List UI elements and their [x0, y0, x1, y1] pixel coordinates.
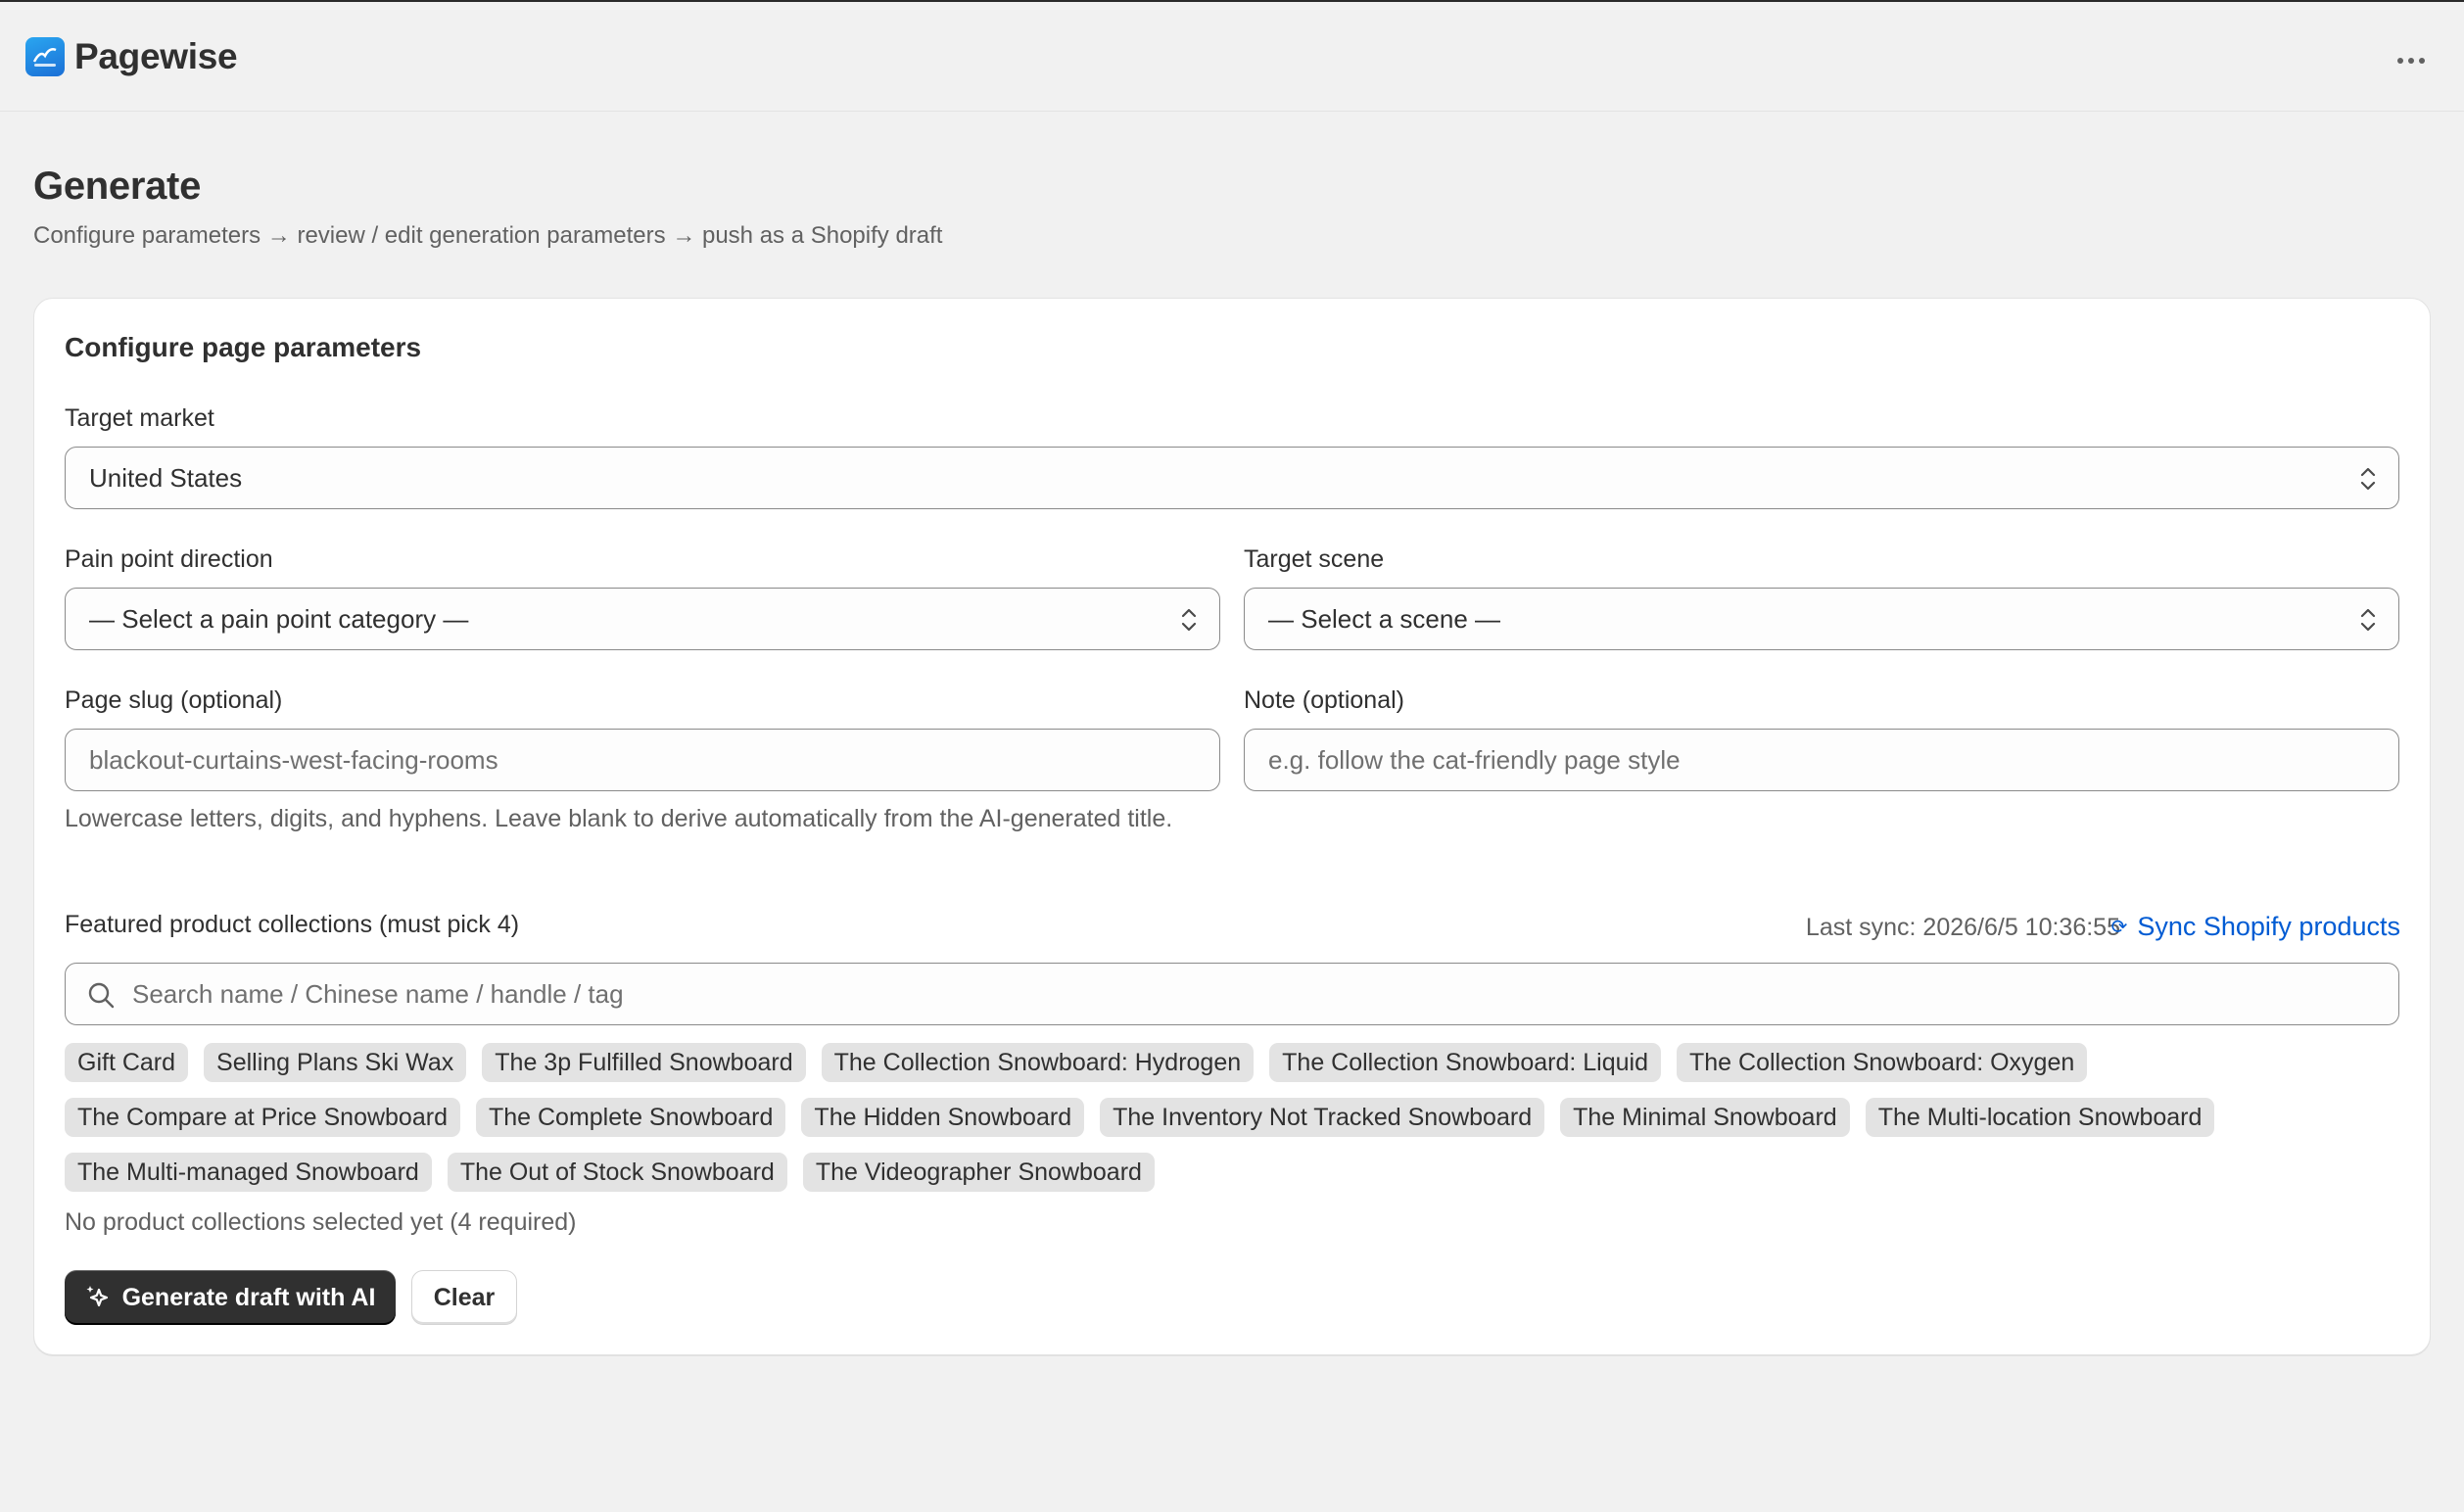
sync-link-label: Sync Shopify products	[2137, 912, 2400, 941]
search-icon	[88, 982, 115, 1009]
collection-chip[interactable]: The Collection Snowboard: Hydrogen	[821, 1043, 1255, 1082]
more-actions-button[interactable]	[2392, 41, 2431, 80]
pain-point-select[interactable]: — Select a pain point category —	[65, 588, 1220, 650]
collection-chip[interactable]: The Complete Snowboard	[475, 1098, 786, 1137]
collection-chip[interactable]: The Collection Snowboard: Oxygen	[1676, 1043, 2088, 1082]
card-title: Configure page parameters	[65, 332, 422, 362]
collection-chip[interactable]: The Collection Snowboard: Liquid	[1269, 1043, 1661, 1082]
select-chevrons-icon	[2360, 608, 2376, 632]
note-label: Note (optional)	[1244, 686, 1404, 714]
page-slug-input[interactable]: blackout-curtains-west-facing-rooms	[65, 729, 1220, 791]
generate-draft-label: Generate draft with AI	[121, 1283, 376, 1311]
collections-label: Featured product collections (must pick …	[65, 911, 520, 938]
select-chevrons-icon	[2360, 467, 2376, 491]
pain-point-value: — Select a pain point category —	[89, 603, 469, 634]
note-placeholder: e.g. follow the cat-friendly page style	[1268, 744, 1681, 775]
collection-chip[interactable]: The Compare at Price Snowboard	[65, 1098, 460, 1137]
target-market-select[interactable]: United States	[65, 447, 2399, 509]
collection-chip[interactable]: The Multi-location Snowboard	[1865, 1098, 2215, 1137]
page-subtitle: Configure parameters → review / edit gen…	[33, 222, 943, 249]
target-market-label: Target market	[65, 404, 214, 432]
generate-draft-button[interactable]: Generate draft with AI	[65, 1270, 396, 1325]
collection-search-input[interactable]: Search name / Chinese name / handle / ta…	[65, 963, 2399, 1025]
select-chevrons-icon	[1181, 608, 1197, 632]
collection-chip[interactable]: Gift Card	[65, 1043, 189, 1082]
collection-chip[interactable]: The Minimal Snowboard	[1560, 1098, 1850, 1137]
chip-row: Gift Card Selling Plans Ski Wax The 3p F…	[65, 1043, 2405, 1082]
target-scene-select[interactable]: — Select a scene —	[1244, 588, 2399, 650]
clear-label: Clear	[433, 1283, 496, 1311]
collection-chip[interactable]: The Out of Stock Snowboard	[447, 1153, 787, 1192]
collection-chip[interactable]: The Multi-managed Snowboard	[65, 1153, 432, 1192]
clear-button[interactable]: Clear	[411, 1270, 517, 1325]
collection-chip[interactable]: The 3p Fulfilled Snowboard	[482, 1043, 806, 1082]
target-scene-value: — Select a scene —	[1268, 603, 1500, 634]
target-market-value: United States	[89, 462, 243, 493]
chip-row: The Multi-managed Snowboard The Out of S…	[65, 1153, 2405, 1192]
collection-chip[interactable]: The Inventory Not Tracked Snowboard	[1100, 1098, 1545, 1137]
search-placeholder: Search name / Chinese name / handle / ta…	[132, 978, 624, 1009]
last-sync-text: Last sync: 2026/6/5 10:36:55	[1805, 914, 2120, 941]
sync-shopify-link[interactable]: ⟳ Sync Shopify products	[2111, 912, 2400, 942]
sparkle-icon	[86, 1286, 108, 1307]
note-input[interactable]: e.g. follow the cat-friendly page style	[1244, 729, 2399, 791]
pain-point-label: Pain point direction	[65, 545, 273, 573]
more-horizontal-icon	[2397, 58, 2403, 64]
sync-icon: ⟳	[2110, 917, 2128, 938]
chip-row: The Compare at Price Snowboard The Compl…	[65, 1098, 2405, 1137]
collection-chip[interactable]: The Videographer Snowboard	[802, 1153, 1155, 1192]
configure-card: Configure page parameters Target market …	[33, 298, 2431, 1355]
page-slug-label: Page slug (optional)	[65, 686, 283, 714]
collection-chip[interactable]: The Hidden Snowboard	[801, 1098, 1085, 1137]
app-header: Pagewise	[0, 2, 2464, 112]
page-slug-value: blackout-curtains-west-facing-rooms	[89, 744, 498, 775]
collection-chip[interactable]: Selling Plans Ski Wax	[204, 1043, 467, 1082]
page-title: Generate	[33, 165, 202, 208]
app-title: Pagewise	[74, 35, 238, 76]
target-scene-label: Target scene	[1244, 545, 1385, 573]
page-slug-help: Lowercase letters, digits, and hyphens. …	[65, 805, 1173, 832]
selection-empty-note: No product collections selected yet (4 r…	[65, 1208, 577, 1236]
pagewise-logo	[25, 36, 65, 76]
collection-chip-list: Gift Card Selling Plans Ski Wax The 3p F…	[65, 1043, 2405, 1207]
